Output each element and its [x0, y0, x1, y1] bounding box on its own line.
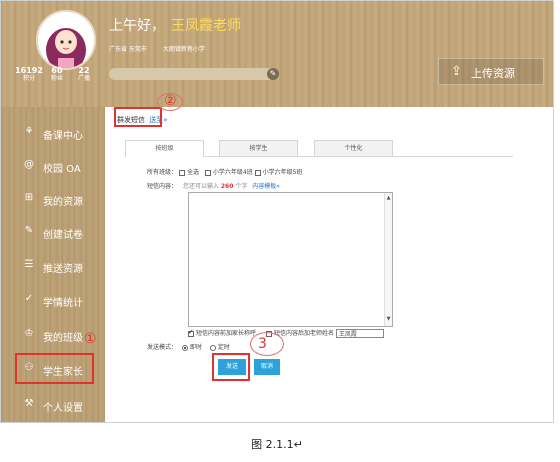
class-checkbox-4[interactable] — [204, 169, 211, 176]
add-parent-title-checkbox[interactable] — [188, 328, 194, 337]
sidebar-item-personal-settings[interactable]: ⚒ 个人设置 — [1, 391, 105, 419]
textarea-scrollbar[interactable]: ▲ ▼ — [384, 193, 392, 326]
region-text: 广东省 东莞市 — [109, 46, 147, 53]
annotation-box-group-sms — [114, 107, 162, 127]
at-sign-icon: @ — [24, 159, 34, 170]
greeting-text: 上午好， — [109, 18, 165, 34]
grid-icon: ⊞ — [24, 192, 34, 203]
stat-label: 积分 — [22, 75, 35, 82]
main-panel: 群发短信 送至» ② 按班级 按学生 个性化 所有班级： 全选 小学六年级4班 … — [109, 93, 553, 422]
list-icon: ☰ — [24, 259, 34, 270]
content-template-link[interactable]: 内容模板» — [252, 183, 280, 190]
sidebar-item-label: 创建试卷 — [43, 230, 83, 241]
upload-label: 上传资源 — [471, 67, 515, 80]
content-hint-suffix: 个字 — [235, 183, 248, 190]
upload-icon: ⇪ — [451, 64, 462, 79]
sidebar-item-campus-oa[interactable]: @ 校园 OA — [1, 152, 105, 180]
send-now-radio[interactable] — [181, 344, 188, 351]
class-label-5: 小学六年级5班 — [262, 169, 303, 176]
screenshot-frame: 16192 积分 60 粉丝 22 广播 上午好， 王凤霞老师 广东省 东莞市 大… — [0, 0, 554, 423]
send-now-label: 即时 — [189, 344, 202, 351]
annotation-number-two: ② — [164, 93, 177, 109]
content-hint-count: 260 — [220, 183, 234, 190]
stat-value: 16192 — [15, 66, 43, 75]
annotation-box-send — [212, 353, 250, 381]
sidebar-item-push-resources[interactable]: ☰ 推送资源 — [1, 252, 105, 280]
sidebar-item-label: 我的资源 — [43, 197, 83, 208]
select-all-checkbox[interactable] — [178, 169, 185, 176]
teacher-name: 王凤霞老师 — [171, 18, 241, 34]
figure-caption: 图 2.1.1↵ — [251, 438, 303, 451]
class-selection-row: 所有班级： 全选 小学六年级4班 小学六年级5班 — [147, 167, 302, 176]
add-teacher-name-label: 短信内容后加老师姓名 — [273, 330, 334, 337]
sidebar-item-learning-stats[interactable]: ✓ 学情统计 — [1, 286, 105, 314]
status-message-bar[interactable]: ✎ — [109, 68, 279, 80]
class-label-4: 小学六年级4班 — [212, 169, 253, 176]
tab-personalized[interactable]: 个性化 — [314, 140, 393, 156]
stat-value: 22 — [78, 66, 90, 75]
class-checkbox-5[interactable] — [254, 169, 261, 176]
teacher-signature-input[interactable]: 王凤霞 — [335, 329, 384, 338]
sidebar-item-lesson-center[interactable]: ⚘ 备课中心 — [1, 119, 105, 147]
stat-fans: 60 粉丝 — [46, 66, 68, 83]
class-icon: ♔ — [24, 328, 34, 339]
scroll-up-icon[interactable]: ▲ — [385, 195, 392, 203]
avatar[interactable] — [36, 10, 96, 70]
annotation-ellipse-three — [250, 332, 284, 356]
class-label: 所有班级： — [147, 169, 178, 176]
pencil-icon[interactable]: ✎ — [267, 68, 279, 80]
sidebar-item-label: 个人设置 — [43, 403, 83, 414]
content-hint-prefix: 您还可以输入 — [182, 183, 219, 190]
content-hint-row: 短信内容： 您还可以输入 260 个字 内容模板» — [147, 181, 280, 190]
checkmark-icon: ✓ — [24, 293, 34, 304]
annotation-number-three: 3 — [258, 336, 267, 352]
avatar-illustration — [38, 12, 94, 68]
sidebar-item-label: 学情统计 — [43, 298, 83, 309]
send-timed-label: 定时 — [217, 344, 230, 351]
tab-by-class[interactable]: 按班级 — [125, 140, 204, 157]
recipient-subtabs: 按班级 按学生 个性化 — [125, 140, 513, 157]
cancel-button[interactable]: 取消 — [254, 359, 280, 375]
content-label: 短信内容： — [147, 183, 178, 190]
teacher-location: 广东省 东莞市 大朗镇新巷小学 — [109, 44, 219, 53]
select-all-label: 全选 — [186, 169, 199, 176]
sidebar-item-label: 我的班级 — [43, 333, 83, 344]
greeting: 上午好， 王凤霞老师 — [109, 15, 241, 35]
stat-points: 16192 积分 — [15, 66, 43, 83]
annotation-box-students-parents — [15, 353, 94, 384]
sidebar-item-label: 推送资源 — [43, 264, 83, 275]
scroll-down-icon[interactable]: ▼ — [385, 316, 392, 324]
stat-label: 粉丝 — [50, 75, 63, 82]
sidebar-item-label: 校园 OA — [43, 164, 81, 175]
sms-content-textarea[interactable]: ▲ ▼ — [188, 192, 393, 327]
upload-resource-button[interactable]: ⇪ 上传资源 — [438, 58, 544, 85]
wrench-icon: ⚒ — [24, 398, 34, 409]
add-parent-title-label: 短信内容前加家长称呼 — [196, 330, 257, 337]
content-options-row: 短信内容前加家长称呼 短信内容后加老师姓名 王凤霞 — [188, 328, 384, 338]
stat-label: 广播 — [77, 75, 90, 82]
sidebar-item-my-resources[interactable]: ⊞ 我的资源 — [1, 185, 105, 213]
annotation-number-one: ① — [84, 331, 97, 347]
edit-icon: ✎ — [24, 225, 34, 236]
stat-value: 60 — [51, 66, 63, 75]
sidebar-item-label: 备课中心 — [43, 131, 83, 142]
graduation-cap-icon: ⚘ — [24, 126, 34, 137]
school-text: 大朗镇新巷小学 — [162, 46, 205, 53]
send-mode-row: 发送模式： 即时 定时 — [147, 342, 230, 351]
sidebar-item-create-exam[interactable]: ✎ 创建试卷 — [1, 218, 105, 246]
send-mode-label: 发送模式： — [147, 344, 178, 351]
stat-broadcasts: 22 广播 — [73, 66, 95, 83]
tab-by-student[interactable]: 按学生 — [219, 140, 298, 156]
send-timed-radio[interactable] — [209, 344, 216, 351]
